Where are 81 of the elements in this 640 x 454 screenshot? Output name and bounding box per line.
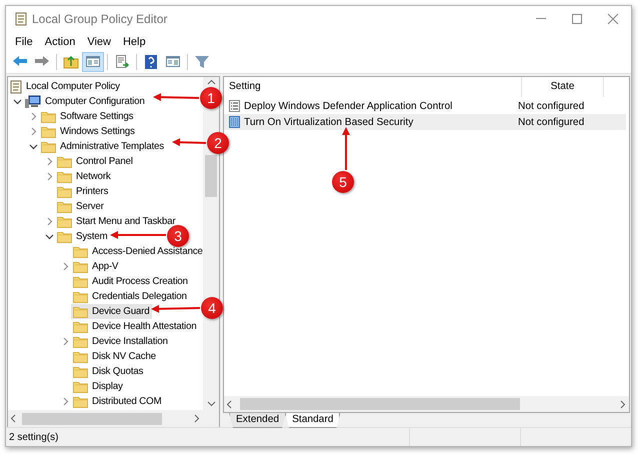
folder-icon [73,246,88,258]
document-icon [229,100,240,112]
folder-icon [41,110,56,122]
folder-icon [73,350,88,362]
scrollbar-thumb[interactable] [205,155,217,197]
menu-item[interactable]: Action [38,34,82,48]
setting-name: Deploy Windows Defender Application Control [244,100,452,112]
tree-item[interactable]: System [55,229,110,244]
setting-state: Not configured [518,116,586,128]
computer-icon [25,94,41,108]
menu-item[interactable]: View [81,34,117,48]
tree-item[interactable]: Control Panel [55,154,135,169]
folder-icon [73,260,88,272]
folder-icon [73,320,88,332]
export-list-icon[interactable] [114,54,130,70]
tree-item[interactable]: Disk Quotas [71,364,146,379]
folder-icon [73,380,88,392]
callout-arrow [110,231,166,239]
folder-icon [57,156,72,168]
callout-arrow [151,304,200,313]
scroll-icon [14,12,27,26]
tree-item[interactable]: Administrative Templates [39,139,166,154]
folder-up-icon[interactable] [63,54,79,70]
policy-icon [229,116,240,128]
tree-item[interactable]: Distributed COM [71,394,164,409]
scroll-icon [9,80,22,94]
tree-item[interactable]: Access-Denied Assistance [71,244,203,259]
folder-icon [57,200,72,212]
tree-item[interactable]: Network [55,169,113,184]
folder-icon [57,186,72,198]
maximize-icon[interactable] [571,13,583,25]
tree-item[interactable]: Device Installation [71,334,170,349]
tree-item[interactable]: Display [71,379,125,394]
expand-icon[interactable] [28,142,38,151]
tree-item[interactable]: Audit Process Creation [71,274,190,289]
setting-name: Turn On Virtualization Based Security [244,116,414,128]
tree-item[interactable]: Printers [55,184,110,199]
tree-item[interactable]: Disk NV Cache [71,349,158,364]
folder-icon [57,216,72,228]
filter-icon[interactable] [194,54,210,70]
tree-item[interactable]: Local Computer Policy [7,79,122,94]
properties-pane-icon[interactable] [165,54,181,70]
setting-state: Not configured [518,100,586,112]
scrollbar-thumb[interactable] [240,398,520,410]
tree-pane-icon[interactable] [85,54,101,70]
folder-icon [73,396,88,408]
callout-arrow [342,127,350,170]
column-header[interactable]: State [521,77,604,97]
setting-row[interactable]: Deploy Windows Defender Application Control Not configured [224,98,626,114]
column-header[interactable]: Setting [224,77,521,97]
folder-icon [73,306,88,318]
help-icon[interactable] [143,54,159,70]
close-icon[interactable] [607,13,619,25]
callout-arrow [153,93,200,102]
callout-arrow [172,138,206,146]
window-title: Local Group Policy Editor [32,12,168,26]
tree-item[interactable]: Device Health Attestation [71,319,198,334]
folder-icon [57,230,72,242]
setting-row[interactable]: Turn On Virtualization Based Security Not configured [224,114,626,130]
scrollbar-thumb[interactable] [22,412,162,424]
folder-icon [73,336,88,348]
tree-item[interactable]: Software Settings [39,109,136,124]
tree-item[interactable]: App-V [71,259,120,274]
menu-item[interactable]: File [9,34,39,48]
tree-item[interactable]: Windows Settings [39,124,137,139]
menu-item[interactable]: Help [116,34,152,48]
folder-icon [73,366,88,378]
expand-icon[interactable] [44,232,54,241]
tree-item[interactable]: Credentials Delegation [71,289,189,304]
status-text: 2 setting(s) [8,432,60,442]
folder-icon [73,290,88,302]
tree-item[interactable]: Server [55,199,106,214]
expand-icon[interactable] [12,97,22,106]
folder-icon [57,170,72,182]
tree-item[interactable]: Device Guard [71,304,152,319]
folder-icon [73,276,88,288]
tree-item[interactable]: Computer Configuration [23,94,147,109]
folder-icon [41,140,56,152]
folder-icon [41,126,56,138]
view-tab[interactable]: Extended [229,413,286,428]
view-tab[interactable]: Standard [285,413,340,428]
